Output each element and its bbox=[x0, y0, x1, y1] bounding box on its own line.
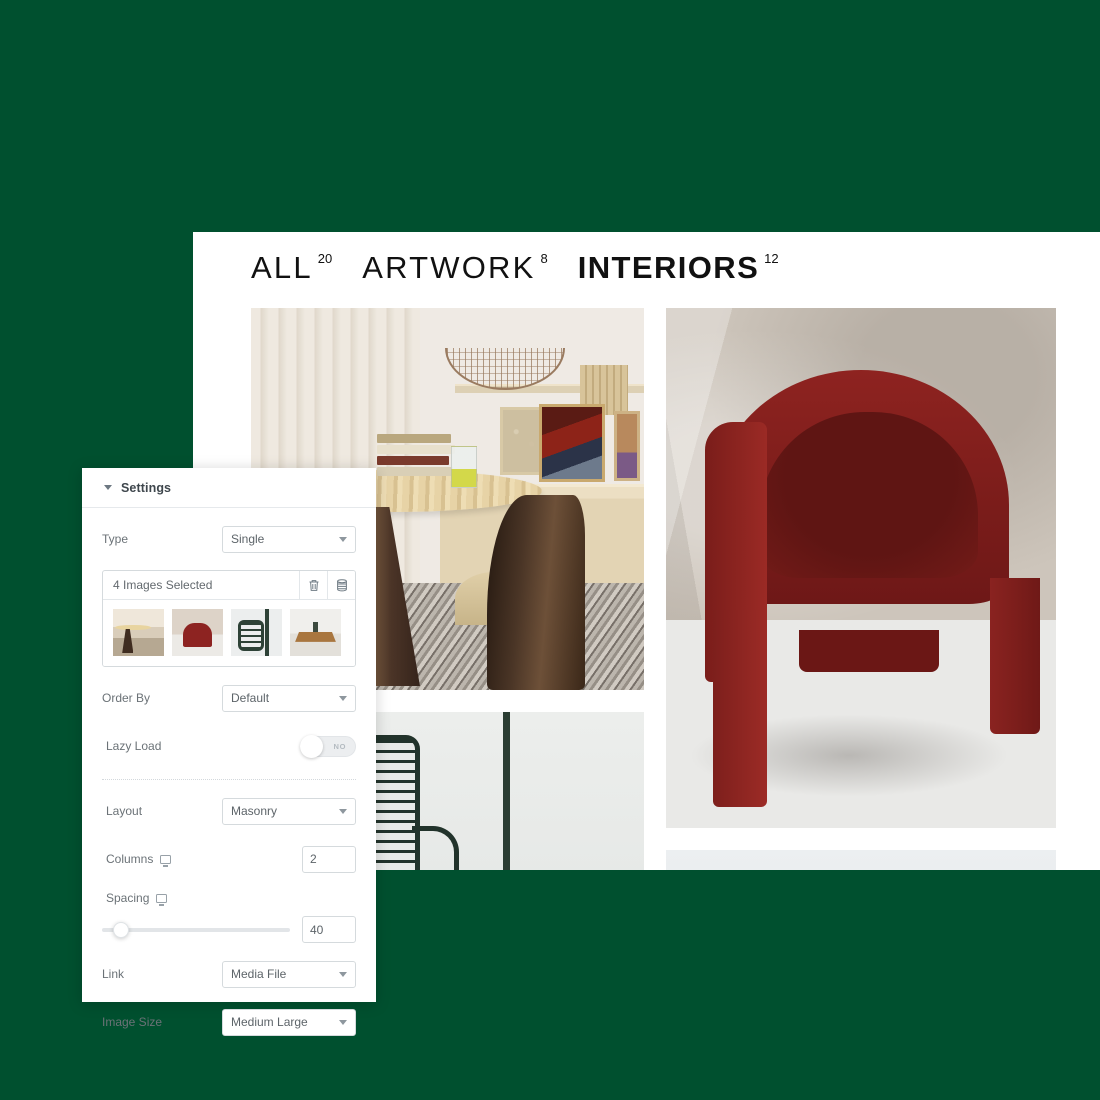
spacing-slider-knob[interactable] bbox=[112, 921, 129, 938]
lazy-load-label: Lazy Load bbox=[106, 739, 162, 753]
settings-panel: Settings Type Single 4 Images Selected O… bbox=[82, 468, 376, 1036]
chair-armrest-right bbox=[412, 826, 460, 870]
filter-tab-artwork[interactable]: ARTWORK 8 bbox=[362, 250, 548, 286]
settings-section-divider bbox=[102, 779, 356, 780]
setting-row-lazy-load: Lazy Load NO bbox=[102, 729, 356, 763]
columns-label: Columns bbox=[106, 852, 154, 866]
thumb-green-chair[interactable] bbox=[231, 609, 282, 656]
order-by-select-value: Default bbox=[231, 691, 270, 705]
thumb-wood-table[interactable] bbox=[113, 609, 164, 656]
settings-panel-header[interactable]: Settings bbox=[82, 468, 376, 508]
setting-row-link: Link Media File bbox=[102, 957, 356, 991]
link-select-value: Media File bbox=[231, 967, 287, 981]
setting-row-spacing-slider bbox=[102, 916, 356, 943]
settings-panel-title: Settings bbox=[121, 480, 172, 495]
framed-art-narrow bbox=[614, 411, 641, 482]
layout-select[interactable]: Masonry bbox=[222, 797, 356, 825]
gallery-tile-pale-partial-image[interactable] bbox=[666, 850, 1056, 870]
drinking-glass bbox=[451, 445, 478, 488]
framed-art-red bbox=[538, 403, 605, 482]
gallery-filter-tabs: ALL 20 ARTWORK 8 INTERIORS 12 bbox=[251, 250, 779, 286]
gallery-column-right bbox=[666, 308, 1056, 870]
setting-row-image-size: Image Size Medium Large bbox=[102, 1005, 356, 1039]
red-velvet-armchair-image bbox=[666, 308, 1056, 828]
order-by-select[interactable]: Default bbox=[222, 684, 356, 712]
filter-tab-interiors[interactable]: INTERIORS 12 bbox=[578, 250, 779, 286]
chevron-down-icon bbox=[104, 485, 112, 490]
chevron-down-icon bbox=[339, 537, 347, 542]
dark-wood-chair bbox=[486, 495, 586, 690]
lazy-load-toggle[interactable]: NO bbox=[300, 734, 356, 758]
pale-partial-image bbox=[666, 850, 1056, 870]
order-by-label: Order By bbox=[102, 691, 151, 705]
chevron-down-icon bbox=[339, 696, 347, 701]
setting-row-columns: Columns bbox=[102, 842, 356, 876]
settings-panel-body: Type Single 4 Images Selected Order By D… bbox=[82, 522, 376, 1039]
spacing-input[interactable] bbox=[302, 916, 356, 943]
setting-row-order-by: Order By Default bbox=[102, 681, 356, 715]
type-label: Type bbox=[102, 532, 129, 546]
toggle-knob bbox=[300, 734, 323, 758]
spacing-slider[interactable] bbox=[102, 921, 290, 938]
media-thumbnail-strip bbox=[103, 600, 355, 666]
setting-row-layout: Layout Masonry bbox=[102, 794, 356, 828]
columns-input[interactable] bbox=[302, 845, 356, 873]
armchair-leg-right bbox=[989, 578, 1041, 735]
spacing-label: Spacing bbox=[106, 891, 150, 905]
filter-tab-interiors-count: 12 bbox=[764, 251, 779, 266]
lazy-load-toggle-state: NO bbox=[333, 741, 346, 751]
filter-tab-artwork-label: ARTWORK bbox=[362, 250, 536, 285]
filter-tab-all-label: ALL bbox=[251, 250, 313, 285]
layout-select-value: Masonry bbox=[231, 804, 278, 818]
monitor-icon[interactable] bbox=[160, 854, 172, 867]
media-selector: 4 Images Selected bbox=[102, 570, 356, 667]
filter-tab-interiors-label: INTERIORS bbox=[577, 250, 760, 285]
thumb-red-armchair[interactable] bbox=[172, 609, 223, 656]
stack-icon[interactable] bbox=[327, 571, 355, 599]
filter-tab-all[interactable]: ALL 20 bbox=[251, 250, 332, 286]
type-select-value: Single bbox=[231, 532, 265, 546]
chevron-down-icon bbox=[339, 1020, 347, 1025]
type-select[interactable]: Single bbox=[222, 525, 356, 553]
images-selected-label: 4 Images Selected bbox=[113, 578, 213, 592]
link-label: Link bbox=[102, 967, 125, 981]
filter-tab-artwork-count: 8 bbox=[540, 251, 548, 266]
filter-tab-all-count: 20 bbox=[317, 251, 333, 266]
chevron-down-icon bbox=[339, 972, 347, 977]
armchair-plinth bbox=[798, 630, 939, 672]
image-size-label: Image Size bbox=[102, 1015, 163, 1029]
armchair-leg-left bbox=[712, 609, 768, 808]
setting-row-type: Type Single bbox=[102, 522, 356, 556]
setting-row-spacing-label: Spacing bbox=[102, 888, 356, 908]
link-select[interactable]: Media File bbox=[222, 960, 356, 988]
wall-post bbox=[502, 712, 510, 870]
gallery-tile-red-velvet-armchair[interactable] bbox=[666, 308, 1056, 828]
thumb-wood-desk[interactable] bbox=[290, 609, 341, 656]
monitor-icon[interactable] bbox=[156, 893, 168, 906]
chevron-down-icon bbox=[339, 809, 347, 814]
stacked-books bbox=[376, 434, 455, 477]
trash-icon[interactable] bbox=[299, 571, 327, 599]
media-selector-header: 4 Images Selected bbox=[103, 571, 355, 600]
layout-label: Layout bbox=[106, 804, 143, 818]
gallery-grid bbox=[251, 308, 1100, 870]
image-size-select[interactable]: Medium Large bbox=[222, 1008, 356, 1036]
image-size-select-value: Medium Large bbox=[231, 1015, 308, 1029]
